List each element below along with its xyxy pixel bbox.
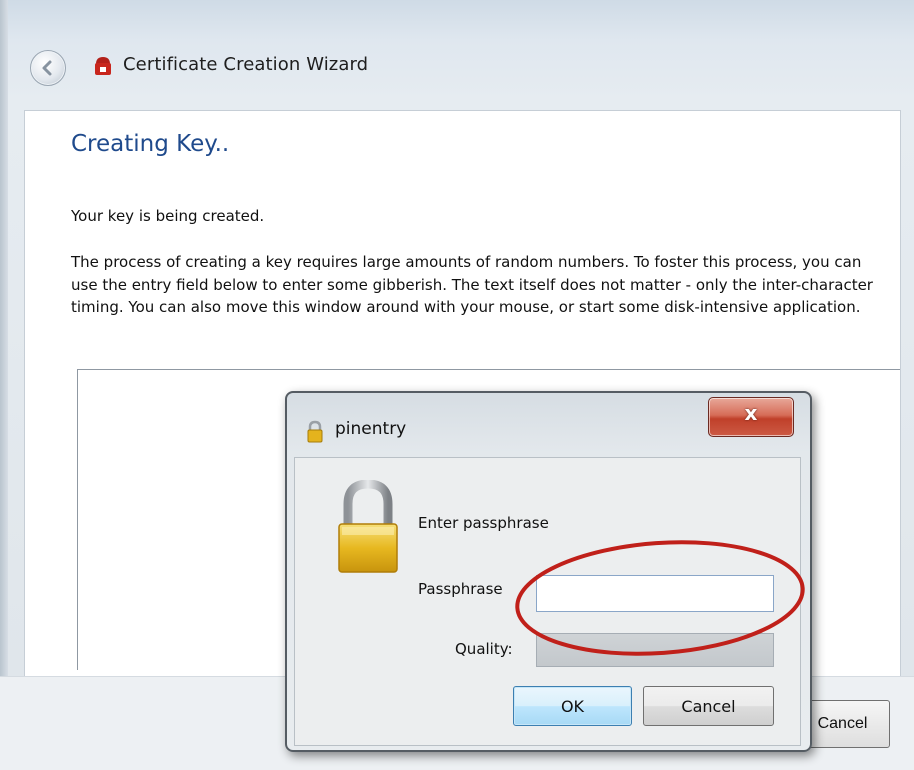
pinentry-body: Enter passphrase Passphrase Quality: OK …: [294, 457, 801, 746]
status-text: Your key is being created.: [71, 207, 265, 225]
close-icon: x: [744, 401, 758, 425]
pinentry-dialog: pinentry x Enter passphrase Passphrase Q…: [285, 391, 812, 752]
passphrase-input[interactable]: [536, 575, 774, 612]
back-arrow-icon: [42, 60, 52, 76]
passphrase-label: Passphrase: [418, 580, 503, 598]
cancel-button[interactable]: Cancel: [643, 686, 774, 726]
pinentry-titlebar[interactable]: pinentry x: [287, 393, 810, 455]
large-padlock-icon: [338, 480, 398, 573]
quality-meter: [536, 633, 774, 667]
quality-label: Quality:: [455, 640, 513, 658]
prompt-text: Enter passphrase: [418, 514, 549, 532]
back-button[interactable]: [30, 50, 66, 86]
window-title: Certificate Creation Wizard: [123, 54, 369, 75]
description-text: The process of creating a key requires l…: [71, 253, 873, 316]
ok-button[interactable]: OK: [513, 686, 632, 726]
certificate-app-icon: [95, 57, 111, 75]
page-heading: Creating Key..: [71, 131, 230, 157]
padlock-icon: [307, 420, 323, 443]
close-button[interactable]: x: [708, 397, 794, 437]
window-left-edge: [0, 0, 8, 769]
wizard-titlebar: Certificate Creation Wizard: [18, 36, 898, 96]
pinentry-title: pinentry: [335, 419, 407, 439]
